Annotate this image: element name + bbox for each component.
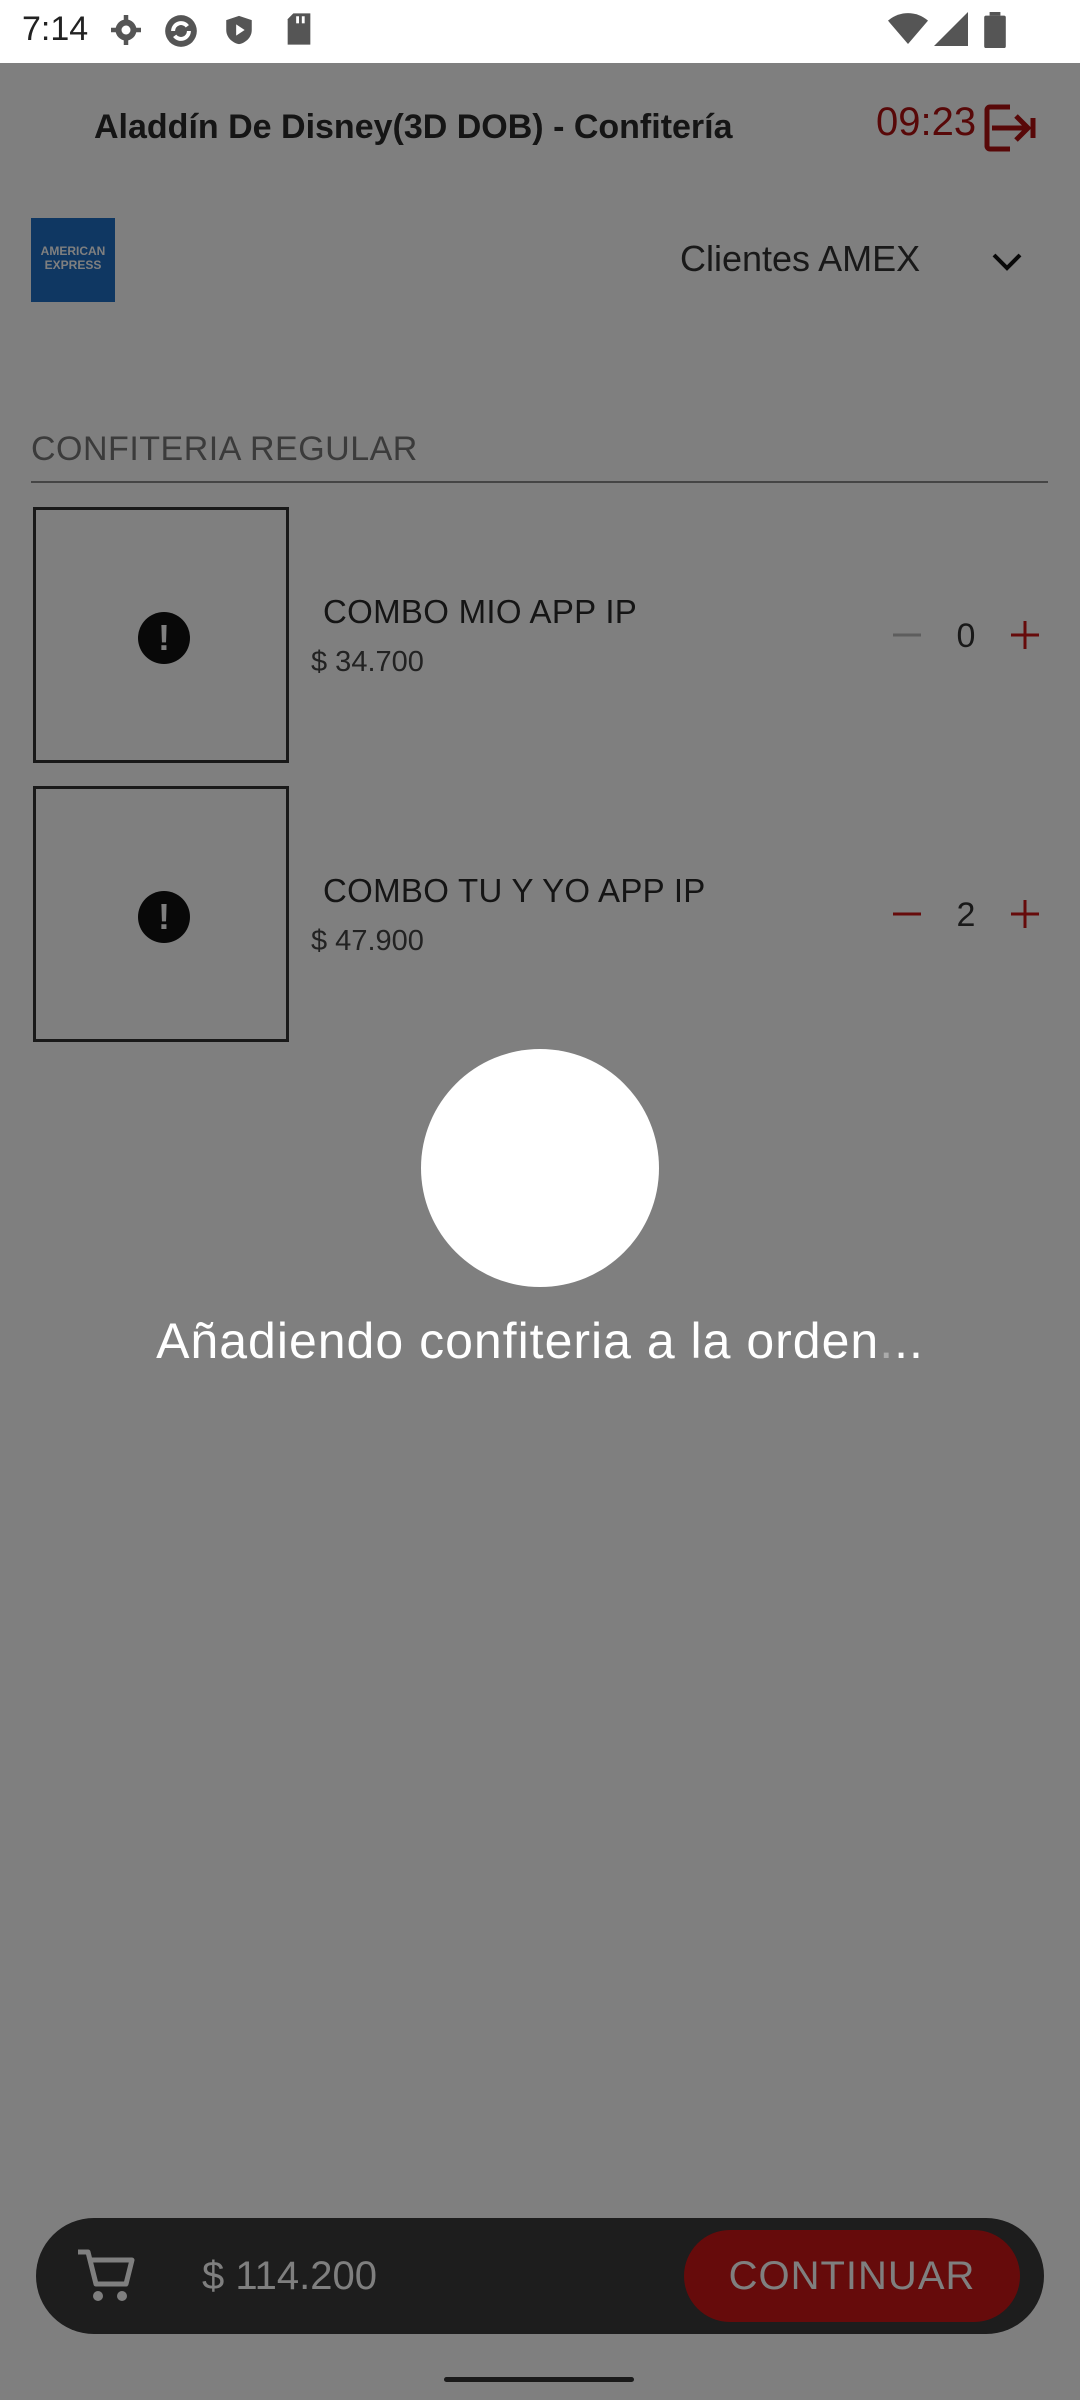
sync-icon xyxy=(165,15,197,47)
gear-icon xyxy=(111,15,141,45)
sd-card-icon xyxy=(287,13,311,45)
home-indicator[interactable] xyxy=(444,2377,634,2382)
signal-icon xyxy=(934,12,968,46)
loading-message-text: Añadiendo confiteria a la orden xyxy=(156,1313,880,1369)
loading-message: Añadiendo confiteria a la orden... xyxy=(0,1312,1080,1370)
wifi-icon xyxy=(888,13,928,44)
battery-icon xyxy=(984,12,1006,48)
loading-dots: .. xyxy=(894,1313,924,1369)
loading-dots-dim: . xyxy=(879,1313,895,1369)
status-time: 7:14 xyxy=(22,10,89,48)
loading-spinner xyxy=(421,1049,659,1287)
shield-play-icon xyxy=(226,15,252,45)
status-bar: 7:14 xyxy=(0,0,1080,63)
